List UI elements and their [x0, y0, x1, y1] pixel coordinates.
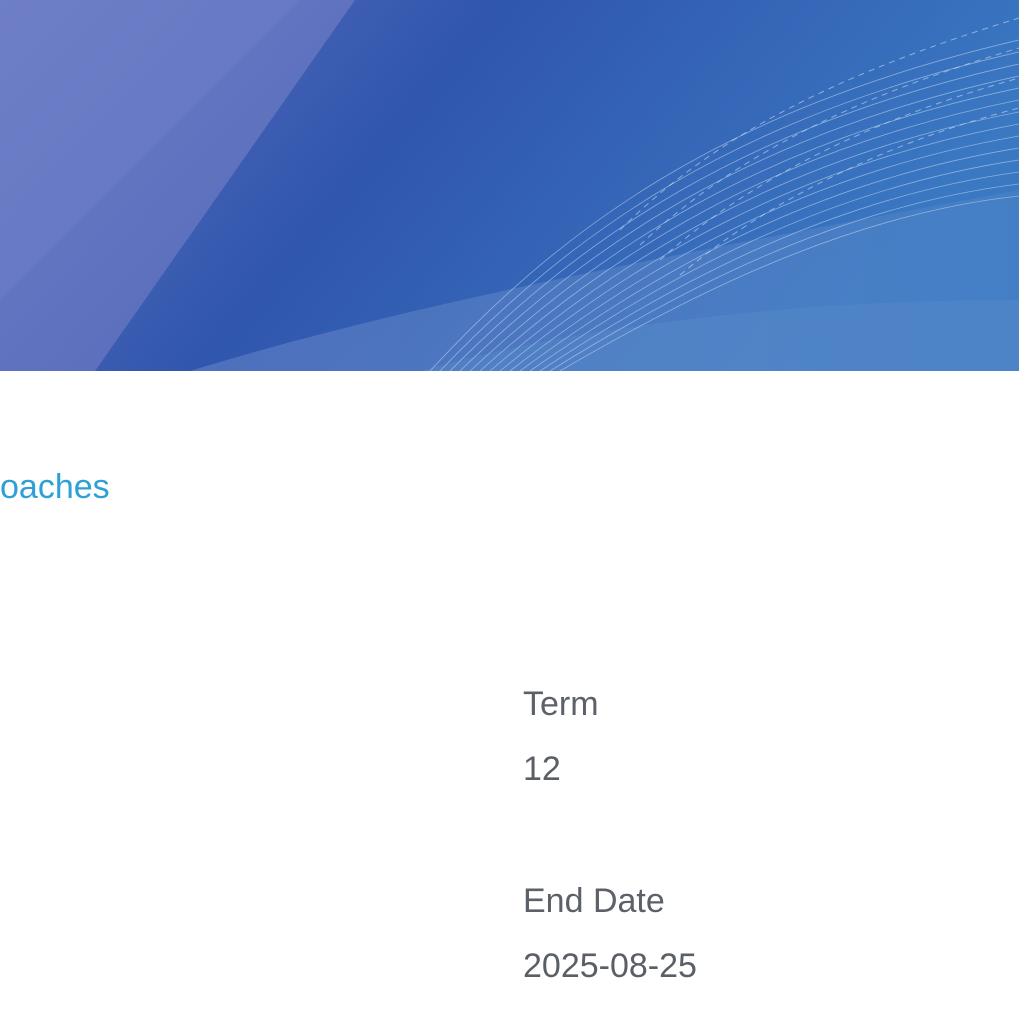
end-date-value: 2025-08-25 — [523, 947, 697, 985]
term-value: 12 — [523, 750, 561, 788]
end-date-field: End Date 2025-08-25 — [523, 881, 697, 986]
header-banner — [0, 0, 1019, 371]
term-field: Term 12 — [523, 684, 599, 789]
banner-graphic — [0, 0, 1019, 371]
page-title: oaches — [0, 468, 110, 506]
term-label: Term — [523, 685, 599, 723]
page: oaches Term 12 End Date 2025-08-25 — [0, 0, 1019, 1022]
end-date-label: End Date — [523, 882, 665, 920]
